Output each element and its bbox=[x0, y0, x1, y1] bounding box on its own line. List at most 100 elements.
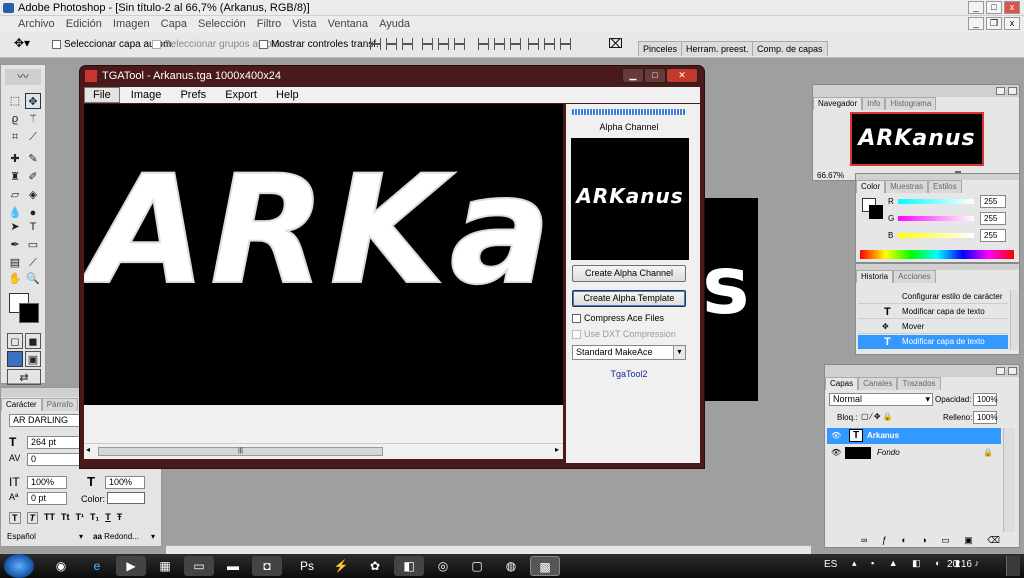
show-transform-checkbox[interactable]: Mostrar controles transf. bbox=[259, 39, 379, 50]
app-icon[interactable]: ◧ bbox=[394, 556, 424, 576]
app-icon[interactable]: ◍ bbox=[496, 556, 526, 576]
navigator-preview[interactable]: ARKanus bbox=[850, 112, 984, 166]
channel-g-slider[interactable] bbox=[898, 216, 974, 221]
panel-close-button[interactable] bbox=[1008, 87, 1017, 95]
align-left-icon[interactable] bbox=[422, 38, 433, 50]
style-faux-bold[interactable]: T bbox=[9, 512, 21, 524]
photoshop-canvas[interactable]: s bbox=[700, 198, 758, 401]
quickmask-mode-icon[interactable]: ◼ bbox=[25, 333, 41, 349]
eye-icon[interactable]: 👁 bbox=[831, 445, 841, 461]
screen-mode-full-icon[interactable]: ▣ bbox=[25, 351, 41, 367]
language-indicator[interactable]: ES bbox=[824, 559, 837, 570]
app-icon[interactable]: ⚡ bbox=[326, 556, 356, 576]
tga-image-canvas[interactable]: ARKa bbox=[84, 104, 563, 405]
use-dxt-checkbox[interactable]: Use DXT Compression bbox=[572, 329, 676, 340]
app-icon[interactable]: ◎ bbox=[428, 556, 458, 576]
tab-trazados[interactable]: Trazados bbox=[897, 377, 941, 390]
move-tool-icon[interactable]: ✥▾ bbox=[14, 36, 30, 50]
tab-parrafo[interactable]: Párrafo bbox=[41, 398, 78, 411]
color-bg-swatch[interactable] bbox=[869, 205, 883, 219]
scroll-left-icon[interactable]: ◂ bbox=[86, 445, 90, 454]
blend-mode-select[interactable]: Normal ▾ bbox=[829, 393, 933, 406]
tgatool-task-icon[interactable]: ▩ bbox=[530, 556, 560, 576]
panel-close-button[interactable] bbox=[1008, 367, 1017, 375]
magic-wand-icon[interactable]: ⚚ bbox=[25, 111, 41, 127]
text-color-swatch[interactable] bbox=[107, 492, 145, 504]
type-tool-icon[interactable]: T bbox=[25, 219, 41, 235]
distribute-top-icon[interactable] bbox=[478, 38, 489, 50]
eyedropper-icon[interactable]: ⟋ bbox=[25, 255, 41, 271]
maximize-button[interactable]: □ bbox=[986, 1, 1002, 14]
calculator-icon[interactable]: ▦ bbox=[150, 556, 180, 576]
tab-color[interactable]: Color bbox=[856, 180, 886, 193]
history-item[interactable]: Configurar estilo de carácter bbox=[858, 290, 1008, 304]
well-tab-herram[interactable]: Herram. preest. bbox=[681, 41, 754, 56]
style-strikethrough[interactable]: Ŧ bbox=[117, 512, 123, 524]
clock[interactable]: 20:16 bbox=[947, 559, 972, 570]
panel-minimize-button[interactable] bbox=[996, 87, 1005, 95]
style-small-caps[interactable]: Tt bbox=[61, 512, 70, 524]
pen-tool-icon[interactable]: ✒ bbox=[7, 237, 23, 253]
tgatool-minimize-button[interactable]: ▁ bbox=[622, 68, 644, 83]
tab-navegador[interactable]: Navegador bbox=[813, 97, 863, 110]
channel-b-slider[interactable] bbox=[898, 233, 974, 238]
tga-hscrollbar[interactable]: ◂ ||| ▸ bbox=[84, 443, 563, 459]
tgatool-maximize-button[interactable]: □ bbox=[644, 68, 666, 83]
firefox-icon[interactable]: ◉ bbox=[46, 556, 76, 576]
font-family-field[interactable]: AR DARLING bbox=[9, 414, 85, 427]
tgatool-title-bar[interactable]: TGATool - Arkanus.tga 1000x400x24 ▁ □ ✕ bbox=[80, 66, 704, 86]
doc-close-button[interactable]: x bbox=[1004, 17, 1020, 30]
tab-canales[interactable]: Canales bbox=[858, 377, 898, 390]
canvas-hscroll[interactable] bbox=[166, 545, 811, 554]
tga-menu-help[interactable]: Help bbox=[268, 87, 307, 103]
tga-menu-image[interactable]: Image bbox=[123, 87, 170, 103]
layer-buttons[interactable]: ∞ ƒ ◐ ◑ ▭ ▣ ⌫ bbox=[861, 535, 1006, 546]
doc-restore-button[interactable]: ❐ bbox=[986, 17, 1002, 30]
tgatool-close-button[interactable]: ✕ bbox=[666, 68, 698, 83]
shape-tool-icon[interactable]: ▭ bbox=[25, 237, 41, 253]
zoom-tool-icon[interactable]: 🔍 bbox=[25, 271, 41, 287]
create-alpha-channel-button[interactable]: Create Alpha Channel bbox=[572, 265, 686, 282]
start-button[interactable] bbox=[4, 554, 34, 578]
channel-r-value[interactable]: 255 bbox=[980, 195, 1006, 208]
distribute-left-icon[interactable] bbox=[528, 38, 539, 50]
preset-select[interactable]: Standard MakeAce ▼ bbox=[572, 345, 686, 360]
opacity-field[interactable]: 100% bbox=[973, 393, 997, 406]
app-icon[interactable]: ▢ bbox=[462, 556, 492, 576]
photoshop-task-icon[interactable]: Ps bbox=[292, 556, 322, 576]
tab-capas[interactable]: Capas bbox=[825, 377, 859, 390]
explorer-icon[interactable]: ▭ bbox=[184, 556, 214, 576]
tab-estilos[interactable]: Estilos bbox=[928, 180, 962, 193]
language-select[interactable]: Español ▾ bbox=[7, 532, 85, 544]
folder-icon[interactable]: ▬ bbox=[218, 556, 248, 576]
channel-b-value[interactable]: 255 bbox=[980, 229, 1006, 242]
channel-g-value[interactable]: 255 bbox=[980, 212, 1006, 225]
distribute-hcenter-icon[interactable] bbox=[544, 38, 555, 50]
menu-seleccion[interactable]: Selección bbox=[194, 16, 250, 32]
tab-acciones[interactable]: Acciones bbox=[893, 270, 936, 283]
align-top-icon[interactable] bbox=[370, 38, 381, 50]
slice-tool-icon[interactable]: ⟋ bbox=[25, 129, 41, 145]
history-item-selected[interactable]: T Modificar capa de texto bbox=[858, 335, 1008, 349]
menu-archivo[interactable]: Archivo bbox=[0, 16, 59, 32]
history-brush-icon[interactable]: ✐ bbox=[25, 169, 41, 185]
tga-menu-prefs[interactable]: Prefs bbox=[172, 87, 214, 103]
horizontal-scale-field[interactable]: 100% bbox=[105, 476, 145, 489]
marquee-tool-icon[interactable]: ⬚ bbox=[7, 93, 23, 109]
tracking-field[interactable]: 0 bbox=[27, 453, 81, 466]
tga-menu-export[interactable]: Export bbox=[217, 87, 265, 103]
distribute-bottom-icon[interactable] bbox=[510, 38, 521, 50]
antialias-select[interactable]: aa Redond... ▾ bbox=[93, 532, 157, 544]
healing-brush-icon[interactable]: ✚ bbox=[7, 151, 23, 167]
align-vcenter-icon[interactable] bbox=[386, 38, 397, 50]
close-button[interactable]: x bbox=[1004, 1, 1020, 14]
path-select-icon[interactable]: ➤ bbox=[7, 219, 23, 235]
imageready-icon[interactable]: ⇄ bbox=[7, 369, 41, 385]
style-underline[interactable]: T bbox=[105, 512, 111, 524]
font-size-field[interactable]: 264 pt bbox=[27, 436, 81, 449]
tga-menu-file[interactable]: File bbox=[84, 87, 120, 103]
navigator-zoom[interactable]: 66.67% bbox=[817, 171, 844, 180]
history-item[interactable]: T Modificar capa de texto bbox=[858, 305, 1008, 319]
tab-caracter[interactable]: Carácter bbox=[1, 398, 42, 411]
hand-tool-icon[interactable]: ✋ bbox=[7, 271, 23, 287]
